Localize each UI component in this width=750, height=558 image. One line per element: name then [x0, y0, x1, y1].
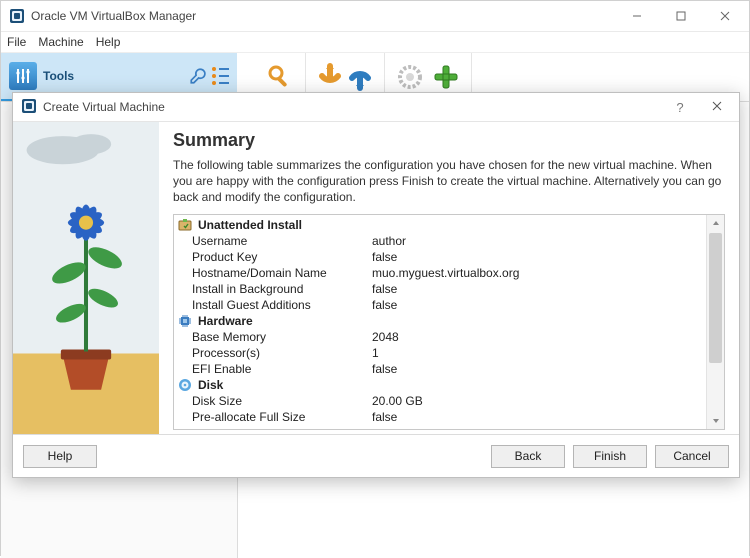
- tools-label: Tools: [43, 69, 74, 83]
- export-icon[interactable]: [346, 62, 374, 92]
- table-row: Disk Size20.00 GB: [174, 393, 706, 409]
- table-row: EFI Enablefalse: [174, 361, 706, 377]
- disk-icon: [178, 378, 192, 392]
- wizard-illustration: [13, 122, 159, 434]
- main-titlebar: Oracle VM VirtualBox Manager: [1, 1, 749, 32]
- table-row: Install Guest Additionsfalse: [174, 297, 706, 313]
- summary-table: Unattended Install Usernameauthor Produc…: [173, 214, 725, 430]
- tools-icon: [9, 62, 37, 90]
- preferences-icon[interactable]: [265, 62, 295, 92]
- summary-scrollbar[interactable]: [706, 215, 724, 429]
- cancel-button[interactable]: Cancel: [655, 445, 729, 468]
- table-row: Product Keyfalse: [174, 249, 706, 265]
- finish-button[interactable]: Finish: [573, 445, 647, 468]
- table-row: Hostname/Domain Namemuo.myguest.virtualb…: [174, 265, 706, 281]
- table-row: Processor(s)1: [174, 345, 706, 361]
- scrollbar-thumb[interactable]: [709, 233, 722, 363]
- section-title: Unattended Install: [198, 218, 302, 232]
- dialog-help-icon[interactable]: ?: [663, 100, 697, 115]
- tools-tab-controls: [189, 67, 237, 85]
- add-vm-icon[interactable]: [431, 62, 461, 92]
- help-button[interactable]: Help: [23, 445, 97, 468]
- new-vm-gear-icon[interactable]: [395, 62, 425, 92]
- maximize-button[interactable]: [659, 2, 703, 30]
- section-title: Disk: [198, 378, 223, 392]
- virtualbox-logo-icon: [21, 98, 37, 117]
- import-icon[interactable]: [316, 62, 344, 92]
- table-row: Install in Backgroundfalse: [174, 281, 706, 297]
- summary-heading: Summary: [173, 130, 725, 151]
- scrollbar-down-icon[interactable]: [707, 412, 724, 429]
- section-hardware: Hardware: [174, 313, 706, 329]
- menu-machine[interactable]: Machine: [38, 35, 83, 49]
- table-row: Base Memory2048: [174, 329, 706, 345]
- section-disk: Disk: [174, 377, 706, 393]
- package-install-icon: [178, 218, 192, 232]
- menu-help[interactable]: Help: [96, 35, 121, 49]
- dialog-titlebar: Create Virtual Machine ?: [13, 93, 739, 122]
- dialog-close-button[interactable]: [697, 100, 737, 114]
- table-row: Pre-allocate Full Sizefalse: [174, 409, 706, 425]
- virtualbox-logo-icon: [9, 8, 25, 24]
- summary-table-content: Unattended Install Usernameauthor Produc…: [174, 215, 706, 429]
- scrollbar-up-icon[interactable]: [707, 215, 724, 232]
- section-unattended-install: Unattended Install: [174, 217, 706, 233]
- dialog-body: Summary The following table summarizes t…: [13, 122, 739, 434]
- menu-bar: File Machine Help: [1, 32, 749, 53]
- minimize-button[interactable]: [615, 2, 659, 30]
- create-vm-dialog: Create Virtual Machine ?: [12, 92, 740, 478]
- dialog-title: Create Virtual Machine: [43, 100, 165, 114]
- summary-description: The following table summarizes the confi…: [173, 157, 725, 206]
- window-title: Oracle VM VirtualBox Manager: [31, 9, 196, 23]
- list-icon[interactable]: [211, 67, 229, 85]
- dialog-footer: Help Back Finish Cancel: [13, 434, 739, 477]
- close-button[interactable]: [703, 2, 747, 30]
- dialog-main: Summary The following table summarizes t…: [159, 122, 739, 434]
- chip-icon: [178, 314, 192, 328]
- menu-file[interactable]: File: [7, 35, 26, 49]
- section-title: Hardware: [198, 314, 253, 328]
- back-button[interactable]: Back: [491, 445, 565, 468]
- table-row: Usernameauthor: [174, 233, 706, 249]
- wrench-icon[interactable]: [189, 67, 207, 85]
